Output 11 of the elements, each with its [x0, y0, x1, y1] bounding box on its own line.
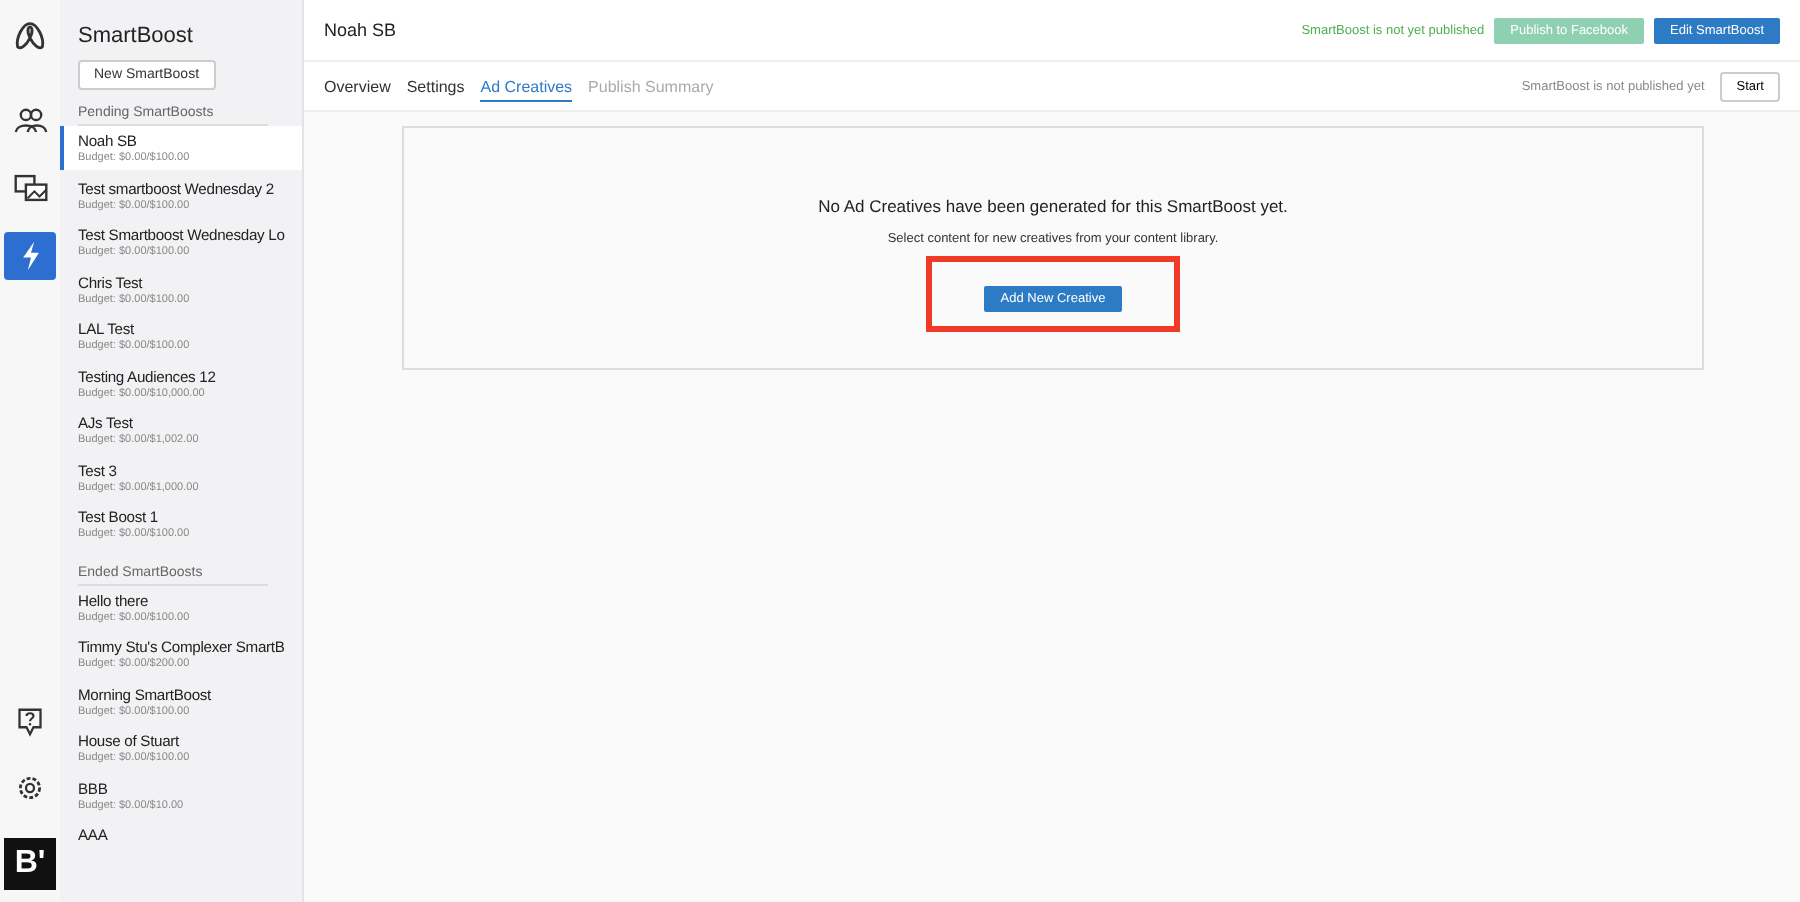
help-icon[interactable]	[16, 706, 44, 738]
page-title: Noah SB	[324, 20, 399, 40]
logo-icon[interactable]	[12, 20, 48, 52]
tab[interactable]: Overview	[324, 70, 391, 102]
settings-icon[interactable]	[16, 774, 44, 802]
tab[interactable]: Settings	[406, 70, 465, 102]
tab[interactable]: Ad Creatives	[480, 70, 573, 102]
empty-state-heading: No Ad Creatives have been generated for this SmartBoost yet.	[818, 196, 1288, 216]
brand-logo[interactable]: B'	[4, 838, 56, 890]
bolt-icon[interactable]	[4, 232, 56, 280]
sidebar-title: SmartBoost	[76, 22, 195, 52]
